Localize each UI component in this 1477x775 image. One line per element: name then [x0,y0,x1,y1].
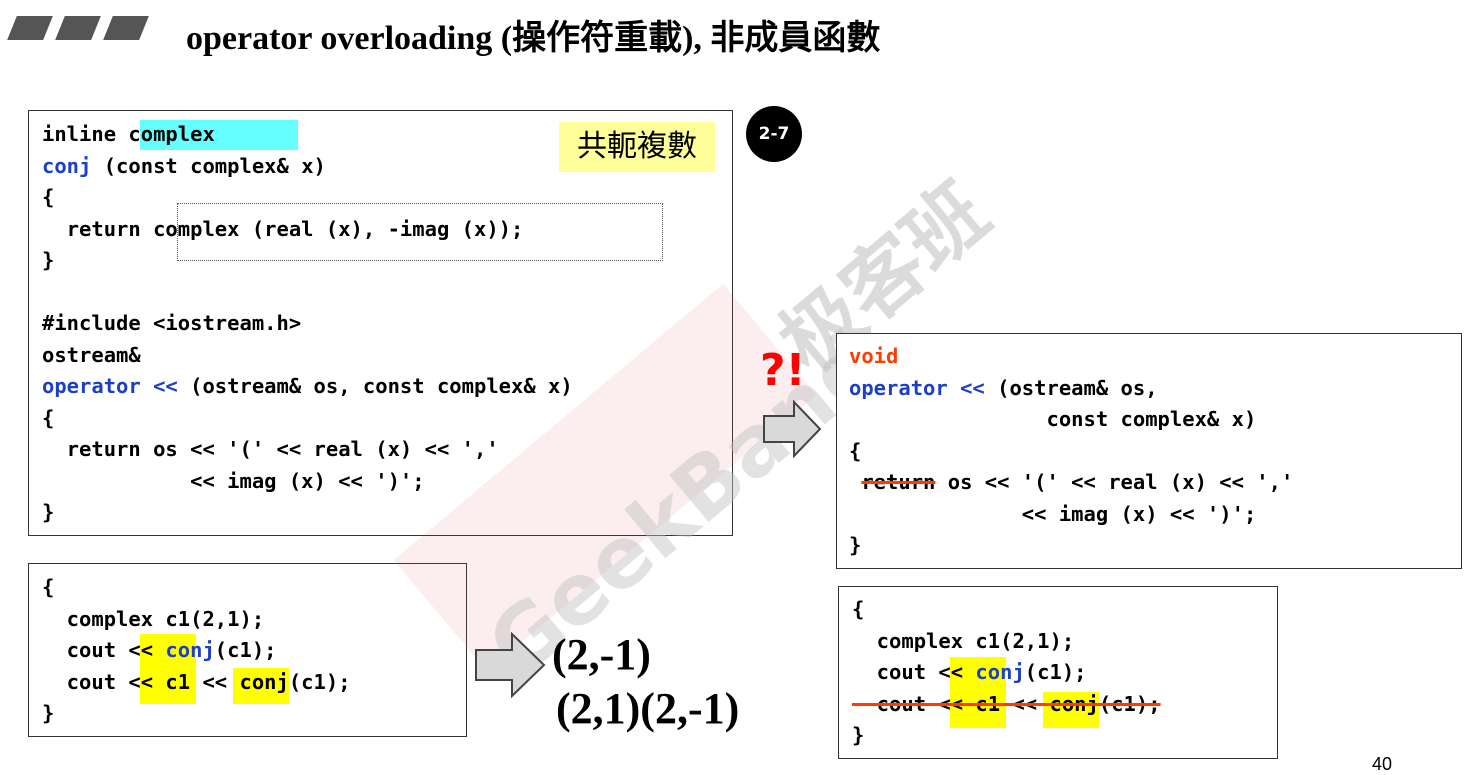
result-line-2: (2,1)(2,-1) [556,684,740,733]
page-number: 40 [1372,754,1393,774]
arrow-right-icon [763,400,822,458]
slide-title: operator overloading (操作符重載), 非成員函數 [186,20,881,57]
title-decoration [103,16,149,40]
question-exclamation-mark: ?! [760,345,806,396]
struck-return: return [861,470,936,494]
title-decoration [7,16,53,40]
title-decoration [55,16,101,40]
code-usage: { complex c1(2,1); cout << conj(c1); cou… [42,575,351,725]
conjugate-note: 共軛複數 [559,122,715,172]
arrow-right-icon [475,632,546,698]
struck-chained-line: cout << c1 << conj(c1); [852,691,1161,716]
code-usage-right: { complex c1(2,1); cout << conj(c1); cou… [852,597,1161,747]
code-conj-operator: inline complex conj (const complex& x) {… [42,122,573,524]
output-results: (2,-1) (2,1)(2,-1) [552,628,739,736]
code-void-operator: void operator << (ostream& os, const com… [849,344,1294,557]
section-badge: 2-7 [746,106,802,162]
result-line-1: (2,-1) [552,630,651,679]
